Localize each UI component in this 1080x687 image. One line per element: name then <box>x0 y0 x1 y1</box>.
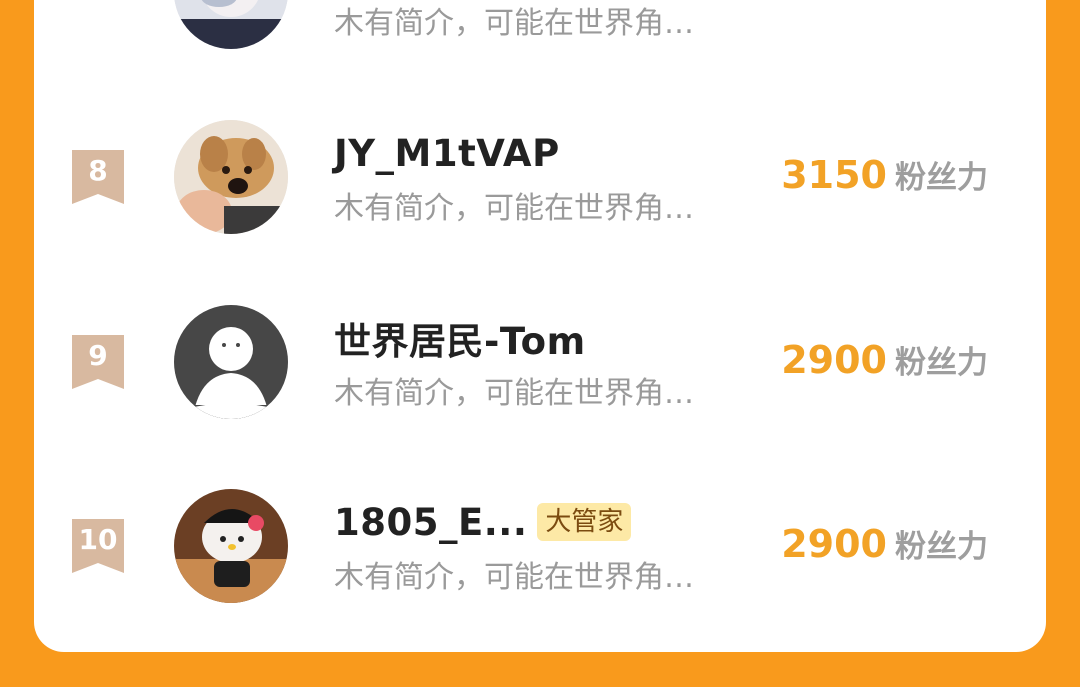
butler-tag: 大管家 <box>537 503 632 541</box>
fan-power-value: 3150 <box>781 153 887 197</box>
user-bio: 木有简介，可能在世界角… <box>334 560 694 595</box>
rank-badge: 8 <box>72 150 124 204</box>
fan-power: 2900 粉丝力 <box>781 337 988 382</box>
ranking-bio: 木有简介，可能在世界角… <box>334 6 694 41</box>
user-name[interactable]: 世界居民-Tom <box>334 311 586 365</box>
fan-power-value: 2900 <box>781 522 887 566</box>
ranking-card: 木有简介，可能在世界角… 8 JY_M1tVAP 木有简介，可能在世界角… 31… <box>34 0 1046 652</box>
character-photo-icon[interactable] <box>174 489 288 603</box>
user-name[interactable]: 1805_E... <box>334 501 527 544</box>
default-user-icon[interactable] <box>174 305 288 419</box>
avatar-photo-icon[interactable] <box>174 0 288 49</box>
name-line: JY_M1tVAP <box>334 128 560 178</box>
fan-power: 3150 粉丝力 <box>781 152 988 197</box>
rank-badge: 9 <box>72 335 124 389</box>
fan-power-value: 2900 <box>781 338 887 382</box>
fan-power: 2900 粉丝力 <box>781 521 988 566</box>
user-bio: 木有简介，可能在世界角… <box>334 376 694 411</box>
name-line: 1805_E... 大管家 <box>334 497 632 547</box>
rank-number: 8 <box>88 154 108 187</box>
fan-power-unit: 粉丝力 <box>895 160 988 196</box>
rank-badge: 10 <box>72 519 124 573</box>
rank-number: 9 <box>88 339 108 372</box>
user-name[interactable]: JY_M1tVAP <box>334 132 560 175</box>
name-line: 世界居民-Tom <box>334 313 586 363</box>
user-bio: 木有简介，可能在世界角… <box>334 191 694 226</box>
ranking-row-partial[interactable]: 木有简介，可能在世界角… <box>34 0 1046 63</box>
fan-power-unit: 粉丝力 <box>895 345 988 381</box>
ranking-row-10[interactable]: 10 1805_E... 大管家 木有简介，可能在世界角… 2900 粉丝力 <box>34 467 1046 617</box>
fan-power-unit: 粉丝力 <box>895 529 988 565</box>
rank-number: 10 <box>78 523 118 556</box>
ranking-row-8[interactable]: 8 JY_M1tVAP 木有简介，可能在世界角… 3150 粉丝力 <box>34 98 1046 248</box>
dog-photo-icon[interactable] <box>174 120 288 234</box>
ranking-row-9[interactable]: 9 世界居民-Tom 木有简介，可能在世界角… 2900 粉丝力 <box>34 283 1046 433</box>
